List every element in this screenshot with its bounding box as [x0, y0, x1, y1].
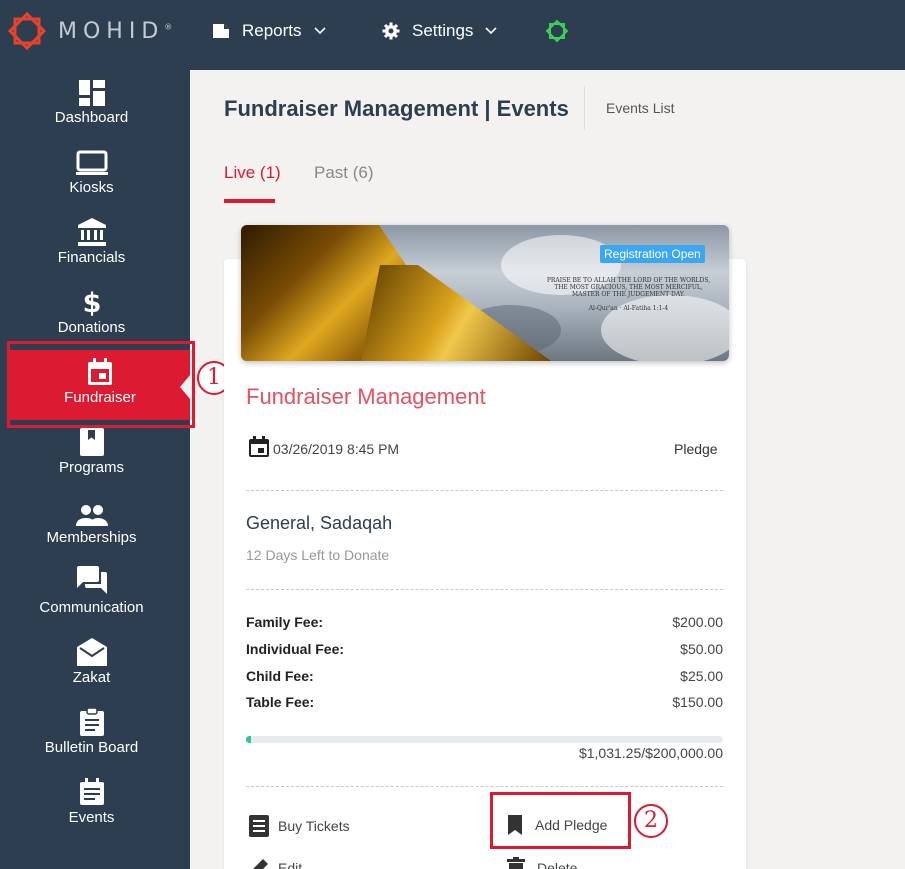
sidebar-item-programs[interactable]: Programs — [0, 420, 183, 490]
active-tab-underline — [224, 199, 275, 203]
title-divider — [584, 86, 585, 130]
divider — [246, 490, 723, 491]
sidebar-item-label: Memberships — [46, 529, 137, 546]
sidebar-item-label: Events — [68, 809, 115, 826]
chevron-down-icon — [313, 27, 326, 35]
sidebar-item-financials[interactable]: Financials — [0, 210, 183, 280]
annotation-box-fundraiser — [7, 341, 195, 428]
reports-menu[interactable]: Reports — [212, 0, 326, 62]
fee-label: Family Fee: — [246, 614, 324, 630]
fee-row: Individual Fee: $50.00 — [246, 641, 723, 657]
clipboard-icon — [79, 708, 104, 736]
event-title[interactable]: Fundraiser Management — [246, 384, 486, 410]
sidebar-item-memberships[interactable]: Memberships — [0, 490, 183, 560]
sidebar: Dashboard Kiosks Financials $ Donations … — [0, 70, 190, 869]
ticket-list-icon — [249, 815, 269, 837]
sidebar-item-zakat[interactable]: Zakat — [0, 630, 183, 700]
sidebar-item-label: Donations — [57, 319, 126, 336]
sidebar-item-kiosks[interactable]: Kiosks — [0, 140, 183, 210]
sidebar-item-label: Programs — [58, 459, 125, 476]
progress-fill — [246, 736, 251, 743]
chat-icon — [76, 566, 107, 594]
registration-status-badge: Registration Open — [600, 245, 705, 263]
annotation-box-add-pledge — [490, 792, 631, 849]
logo-star-icon — [7, 11, 47, 51]
sidebar-item-label: Bulletin Board — [44, 739, 139, 756]
monitor-icon — [75, 150, 108, 175]
annotation-number-2: 2 — [634, 804, 668, 838]
divider — [246, 589, 723, 590]
chevron-down-icon — [485, 27, 498, 35]
tab-past[interactable]: Past (6) — [314, 163, 374, 183]
fee-row: Child Fee: $25.00 — [246, 668, 723, 684]
breadcrumb-events-list[interactable]: Events List — [606, 100, 674, 116]
green-star-icon[interactable] — [545, 19, 569, 43]
donation-progress-bar — [246, 736, 723, 743]
sidebar-item-bulletin-board[interactable]: Bulletin Board — [0, 700, 183, 770]
svg-text:$: $ — [83, 288, 101, 316]
page-title: Fundraiser Management | Events — [224, 96, 569, 121]
fee-value: $200.00 — [672, 614, 723, 630]
progress-amount: $1,031.25/$200,000.00 — [578, 745, 723, 761]
event-date: 03/26/2019 8:45 PM — [273, 441, 400, 457]
delete-button[interactable]: Delete — [507, 857, 577, 869]
pencil-icon — [253, 859, 268, 869]
fee-value: $25.00 — [680, 668, 723, 684]
report-icon — [213, 24, 229, 38]
delete-label: Delete — [537, 860, 578, 869]
event-type: Pledge — [674, 441, 718, 457]
fee-value: $50.00 — [680, 641, 723, 657]
edit-label: Edit — [278, 860, 303, 869]
dashboard-icon — [78, 80, 105, 106]
fee-row: Table Fee: $150.00 — [246, 694, 723, 710]
edit-button[interactable]: Edit — [248, 857, 302, 869]
fee-label: Table Fee: — [246, 694, 315, 710]
settings-menu[interactable]: Settings — [382, 0, 498, 62]
sidebar-item-label: Communication — [39, 599, 144, 616]
sidebar-item-label: Dashboard — [54, 109, 129, 126]
fee-label: Child Fee: — [246, 668, 314, 684]
logo-text: MOHID® — [58, 18, 173, 44]
sidebar-item-label: Kiosks — [69, 179, 114, 196]
divider — [246, 786, 723, 787]
fee-value: $150.00 — [672, 694, 723, 710]
fee-label: Individual Fee: — [246, 641, 345, 657]
days-left-text: 12 Days Left to Donate — [246, 547, 390, 563]
settings-label: Settings — [412, 21, 474, 40]
top-bar: MOHID® Reports Settings — [0, 0, 905, 70]
sidebar-item-communication[interactable]: Communication — [0, 560, 183, 630]
sidebar-item-donations[interactable]: $ Donations — [0, 280, 183, 350]
trash-icon — [507, 857, 525, 869]
fee-row: Family Fee: $200.00 — [246, 614, 723, 630]
gear-icon — [382, 22, 400, 40]
sidebar-item-events[interactable]: Events — [0, 770, 183, 840]
tab-live[interactable]: Live (1) — [224, 163, 281, 183]
event-icon — [79, 778, 104, 805]
sidebar-item-label: Financials — [57, 249, 126, 266]
book-icon — [79, 428, 104, 456]
event-category: General, Sadaqah — [246, 513, 393, 533]
banner-quote: PRAISE BE TO ALLAH THE LORD OF THE WORLD… — [546, 277, 711, 312]
bank-icon — [77, 218, 106, 246]
buy-tickets-label: Buy Tickets — [278, 818, 350, 834]
sidebar-item-label: Zakat — [72, 669, 111, 686]
people-icon — [75, 505, 108, 526]
reports-label: Reports — [242, 21, 302, 40]
mohid-logo[interactable]: MOHID® — [6, 10, 172, 52]
calendar-icon — [249, 436, 269, 457]
dollar-icon: $ — [83, 288, 101, 316]
buy-tickets-button[interactable]: Buy Tickets — [248, 814, 350, 838]
sidebar-item-dashboard[interactable]: Dashboard — [0, 70, 183, 140]
envelope-icon — [76, 638, 107, 666]
